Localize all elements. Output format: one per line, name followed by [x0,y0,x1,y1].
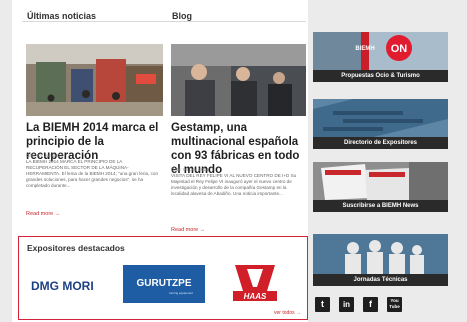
linkedin-icon[interactable]: in [339,297,354,312]
view-all-exhibitors-link[interactable]: ver todos → [274,310,301,316]
news-article-excerpt: LA BIEMH 2014 MARCA EL PRINCIPIO DE LA R… [26,159,159,188]
haas-logo-text: HAAS [244,292,267,301]
haas-logo[interactable]: HAAS [229,261,281,303]
facebook-icon[interactable]: f [363,297,378,312]
news-article-date: Date: 07 Jun 2014 [26,153,63,158]
gurutzpe-logo[interactable]: GURUTZPE turning equipment [123,265,205,303]
dmg-mori-logo-text: DMG MORI [31,279,94,293]
sidebar: BIEMH ON Propuestas Ocio & Turismo Direc… [313,0,465,322]
dmg-mori-logo[interactable]: DMG MORI [31,277,113,295]
sidebar-card-directory[interactable]: Directorio de Expositores [313,99,448,149]
sidebar-card-leisure-label: Propuestas Ocio & Turismo [313,70,448,82]
twitter-icon[interactable]: t [315,297,330,312]
sidebar-card-newsletter[interactable]: Suscribirse a BIEMH News [313,162,448,212]
news-readmore-link[interactable]: Read more → [26,211,60,217]
section-divider [22,21,306,22]
sidebar-card-newsletter-label: Suscribirse a BIEMH News [313,200,448,212]
blog-article-excerpt: VISITA DEL REY FELIPE VI AL NUEVO CENTRO… [171,173,297,196]
featured-exhibitors-title: Expositores destacados [27,243,125,253]
featured-exhibitors-box: Expositores destacados DMG MORI GURUTZPE… [18,236,308,320]
page: Últimas noticias Blog La BIEMH 2014 marc… [0,0,467,322]
youtube-icon[interactable]: You Tube [387,297,402,312]
leisure-card-brand: BIEMH [355,46,374,52]
gurutzpe-sub-text: turning equipment [169,291,193,295]
blog-article-photo[interactable] [171,44,306,116]
gurutzpe-logo-text: GURUTZPE [137,278,192,289]
sidebar-card-leisure[interactable]: BIEMH ON Propuestas Ocio & Turismo [313,32,448,82]
news-section-title: Últimas noticias [27,11,97,21]
sidebar-card-directory-label: Directorio de Expositores [313,137,448,149]
blog-article-date: Date: 08 Dec 2014 [171,167,209,172]
leisure-card-badge: ON [391,43,408,55]
blog-readmore-link[interactable]: Read more → [171,227,205,233]
blog-section-title: Blog [172,11,192,21]
sidebar-card-technical-sessions[interactable]: Jornadas Técnicas [313,234,448,286]
news-article-photo[interactable] [26,44,163,116]
sidebar-card-technical-sessions-label: Jornadas Técnicas [313,274,448,286]
